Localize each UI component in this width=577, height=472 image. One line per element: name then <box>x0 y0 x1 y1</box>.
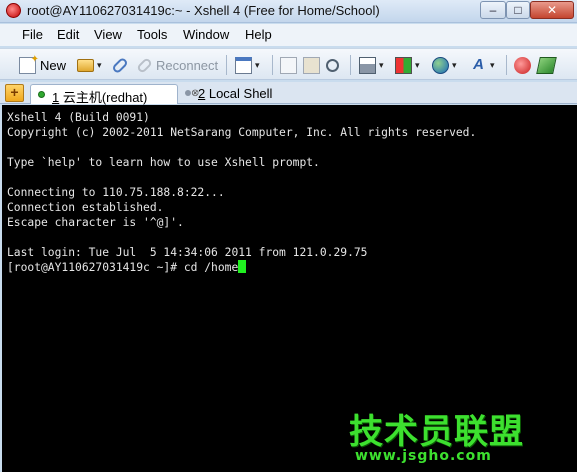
toolbar-separator <box>350 55 351 75</box>
copy-icon <box>280 56 297 74</box>
terminal-line: Connecting to 110.75.188.8:22... <box>7 186 225 199</box>
reconnect-icon <box>136 56 153 74</box>
find-button[interactable] <box>326 55 339 75</box>
window-title: root@AY110627031419c:~ - Xshell 4 (Free … <box>27 3 380 18</box>
tab-label: Local Shell <box>205 86 273 101</box>
xftp-icon <box>514 56 531 74</box>
magnifier-icon <box>326 58 339 72</box>
terminal-line: Last login: Tue Jul 5 14:34:06 2011 from… <box>7 246 368 259</box>
toolbar-separator <box>506 55 507 75</box>
tab-session-redhat[interactable]: 1 云主机(redhat) ⊗ <box>30 84 199 105</box>
folder-icon <box>77 58 94 72</box>
chevron-down-icon: ▾ <box>97 59 102 70</box>
add-session-button[interactable]: + <box>5 84 24 102</box>
link-icon <box>111 56 129 74</box>
tab-local-shell[interactable]: 2 Local Shell <box>185 84 297 104</box>
menu-view[interactable]: View <box>94 27 122 42</box>
text-cursor <box>238 260 247 273</box>
watermark-url: www.jsgho.com <box>355 448 492 464</box>
maximize-button[interactable]: □ <box>506 1 530 19</box>
terminal-prompt-line[interactable]: [root@AY110627031419c ~]# cd /home <box>7 260 247 275</box>
xshell-window: root@AY110627031419c:~ - Xshell 4 (Free … <box>0 0 577 472</box>
toolbar-separator <box>272 55 273 75</box>
paste-icon <box>303 56 320 74</box>
new-button[interactable]: ✦ New <box>19 54 67 75</box>
chevron-down-icon: ▾ <box>452 59 457 70</box>
terminal-line: Escape character is '^@]'. <box>7 216 184 229</box>
print-button[interactable]: ▾ <box>359 55 384 75</box>
menu-bar: File Edit View Tools Window Help <box>0 24 577 46</box>
terminal-line: Connection established. <box>7 201 164 214</box>
color-scheme-icon <box>395 56 412 74</box>
properties-button[interactable]: ▾ <box>235 55 260 75</box>
chevron-down-icon: ▾ <box>490 59 495 70</box>
watermark-logo: 技术员联盟 <box>349 412 524 452</box>
new-session-icon: ✦ <box>19 54 39 74</box>
connected-status-icon <box>38 91 45 98</box>
menu-tools[interactable]: Tools <box>137 27 167 42</box>
shell-prompt: [root@AY110627031419c ~]# <box>7 261 184 274</box>
title-bar[interactable]: root@AY110627031419c:~ - Xshell 4 (Free … <box>0 0 577 23</box>
copy-button[interactable] <box>280 55 297 75</box>
paste-button[interactable] <box>303 55 320 75</box>
reconnect-label: Reconnect <box>156 57 219 73</box>
globe-icon <box>432 56 449 74</box>
terminal-line: Type `help' to learn how to use Xshell p… <box>7 156 320 169</box>
chevron-down-icon: ▾ <box>415 59 420 70</box>
encoding-button[interactable]: ▾ <box>432 55 457 75</box>
properties-icon <box>235 56 252 74</box>
toolbar: ✦ New ▾ Reconnect ▾ ▾ ▾ ▾ A ▾ <box>0 48 577 80</box>
minimize-button[interactable]: – <box>480 1 506 19</box>
menu-window[interactable]: Window <box>183 27 229 42</box>
toolbar-separator <box>226 55 227 75</box>
chevron-down-icon: ▾ <box>379 59 384 70</box>
chevron-down-icon: ▾ <box>255 59 260 70</box>
font-icon: A <box>473 55 484 73</box>
close-button[interactable]: ✕ <box>530 1 574 19</box>
compose-button[interactable] <box>536 55 557 75</box>
new-label: New <box>40 57 67 73</box>
typed-command: cd /home <box>183 261 239 274</box>
connect-button[interactable] <box>111 55 129 75</box>
xshell-app-icon[interactable] <box>6 3 21 18</box>
xftp-button[interactable] <box>514 55 531 75</box>
menu-help[interactable]: Help <box>245 27 272 42</box>
open-button[interactable]: ▾ <box>77 55 102 75</box>
tab-bar: + 1 云主机(redhat) ⊗ 2 Local Shell <box>0 82 577 105</box>
menu-edit[interactable]: Edit <box>57 27 79 42</box>
menu-file[interactable]: File <box>22 27 43 42</box>
reconnect-button[interactable]: Reconnect <box>136 55 219 75</box>
tab-label: 云主机(redhat) <box>59 90 148 105</box>
session-dot-icon <box>185 90 191 96</box>
printer-icon <box>359 56 376 74</box>
compose-icon <box>536 56 557 74</box>
font-button[interactable]: A ▾ <box>470 55 495 75</box>
terminal-line: Copyright (c) 2002-2011 NetSarang Comput… <box>7 126 477 139</box>
terminal-line: Xshell 4 (Build 0091) <box>7 111 150 124</box>
color-scheme-button[interactable]: ▾ <box>395 55 420 75</box>
